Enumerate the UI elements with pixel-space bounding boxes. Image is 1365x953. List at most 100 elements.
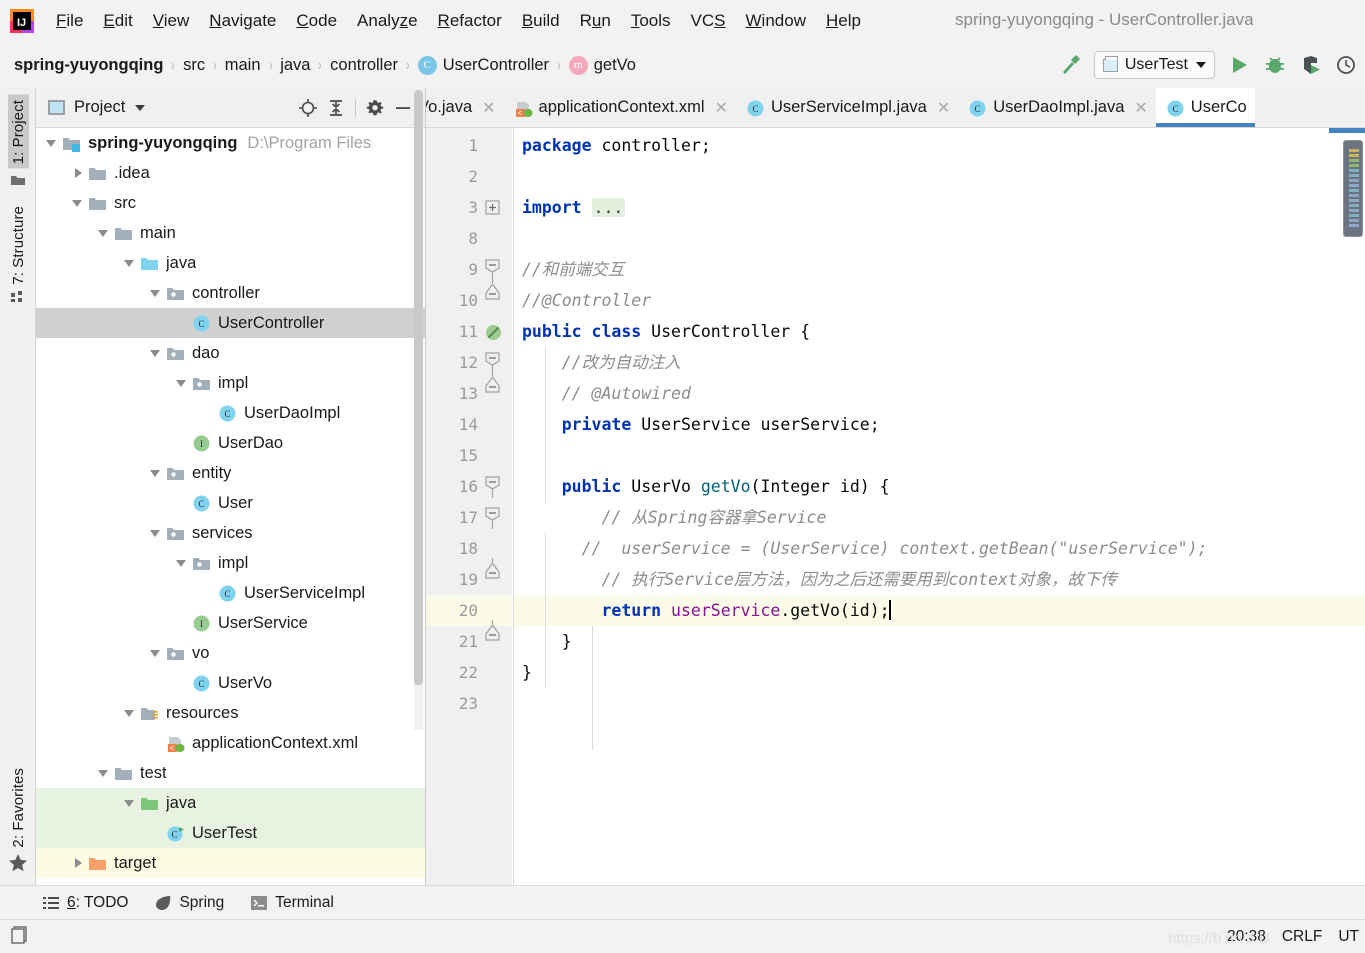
toggle-toolwindows-icon[interactable] <box>10 924 30 949</box>
tree-node-test[interactable]: test <box>36 758 425 788</box>
chevron-down-icon[interactable] <box>135 104 146 111</box>
project-tree-vertical-scrollbar[interactable] <box>414 90 423 730</box>
chevron-down-icon[interactable] <box>96 225 112 241</box>
chevron-down-icon[interactable] <box>174 375 190 391</box>
gutter-line[interactable]: 14 <box>426 409 512 440</box>
menu-window[interactable]: Window <box>736 8 816 34</box>
gutter-line[interactable]: 13 <box>426 372 512 409</box>
menu-edit[interactable]: Edit <box>93 8 142 34</box>
tree-node-userdaoimpl[interactable]: C UserDaoImpl <box>36 398 425 428</box>
breadcrumb-item-spring-yuyongqing[interactable]: spring-yuyongqing <box>14 56 163 75</box>
tree-node-dao[interactable]: dao <box>36 338 425 368</box>
chevron-down-icon[interactable] <box>44 135 60 151</box>
status-line-separator[interactable]: CRLF <box>1282 928 1322 946</box>
debug-icon[interactable] <box>1260 50 1290 80</box>
tree-node-spring-yuyongqing[interactable]: spring-yuyongqing D:\Program Files <box>36 128 425 158</box>
tree-node-controller[interactable]: controller <box>36 278 425 308</box>
gutter-line[interactable]: 2 <box>426 161 512 192</box>
menu-navigate[interactable]: Navigate <box>199 8 286 34</box>
fold-marker[interactable] <box>478 471 508 502</box>
editor-tab-userdaoimpl-java[interactable]: C UserDaoImpl.java ✕ <box>958 88 1156 127</box>
editor-tab-applicationcontext-xml[interactable]: < applicationContext.xml ✕ <box>504 88 736 127</box>
breadcrumb-item-java[interactable]: java <box>280 56 310 75</box>
chevron-down-icon[interactable] <box>122 705 138 721</box>
tree-node-resources[interactable]: resources <box>36 698 425 728</box>
run-with-coverage-icon[interactable] <box>1296 50 1326 80</box>
editor-gutter[interactable]: 1 2 3 8 9 10 11 12 13 14 15 16 17 18 19 20 21 22 23 <box>426 128 512 888</box>
hide-icon[interactable] <box>389 94 417 122</box>
menu-analyze[interactable]: Analyze <box>347 8 428 34</box>
bottom-tool-terminal[interactable]: Terminal <box>250 894 334 912</box>
fold-marker[interactable] <box>478 620 508 657</box>
gutter-line[interactable]: 1 <box>426 130 512 161</box>
editor-tab-userco[interactable]: C UserCo <box>1155 88 1255 127</box>
gutter-line[interactable]: 19 <box>426 558 512 595</box>
tree-node-src[interactable]: src <box>36 188 425 218</box>
gutter-line[interactable]: 21 <box>426 620 512 657</box>
tree-node-uservo[interactable]: C UserVo <box>36 668 425 698</box>
sidebar-item-favorites[interactable]: 2: Favorites <box>0 768 36 877</box>
close-icon[interactable]: ✕ <box>482 99 495 116</box>
gutter-line[interactable]: 10 <box>426 279 512 316</box>
tree-node-impl[interactable]: impl <box>36 368 425 398</box>
fold-marker[interactable] <box>478 279 508 316</box>
gutter-line[interactable]: 8 <box>426 223 512 254</box>
tree-node-userservice[interactable]: I UserService <box>36 608 425 638</box>
tree-node-target[interactable]: target <box>36 848 425 878</box>
gutter-line[interactable]: 11 <box>426 316 512 347</box>
gutter-line[interactable]: 3 <box>426 192 512 223</box>
tree-node-usertest[interactable]: C UserTest <box>36 818 425 848</box>
chevron-down-icon[interactable] <box>122 795 138 811</box>
code-editor[interactable]: 1 2 3 8 9 10 11 12 13 14 15 16 17 18 19 20 21 22 23 packag… <box>426 128 1365 888</box>
collapse-all-icon[interactable] <box>322 94 350 122</box>
tree-node-impl[interactable]: impl <box>36 548 425 578</box>
settings-gear-icon[interactable] <box>361 94 389 122</box>
sidebar-item-structure[interactable]: 7: Structure <box>0 206 36 309</box>
menu-code[interactable]: Code <box>286 8 347 34</box>
chevron-down-icon[interactable] <box>148 465 164 481</box>
close-icon[interactable]: ✕ <box>1134 99 1147 116</box>
breadcrumb-item-controller[interactable]: controller <box>330 56 398 75</box>
gutter-line[interactable]: 22 <box>426 657 512 688</box>
tree-node-entity[interactable]: entity <box>36 458 425 488</box>
breadcrumb-item-src[interactable]: src <box>183 56 205 75</box>
tree-node-user[interactable]: C User <box>36 488 425 518</box>
locate-icon[interactable] <box>294 94 322 122</box>
chevron-down-icon[interactable] <box>96 765 112 781</box>
run-configuration-selector[interactable]: UserTest <box>1093 51 1215 79</box>
editor-tab-vo-java[interactable]: Vo.java ✕ <box>426 88 504 127</box>
gutter-line[interactable]: 17 <box>426 502 512 533</box>
scrollbar-thumb[interactable] <box>1343 140 1363 237</box>
chevron-down-icon[interactable] <box>70 195 86 211</box>
tree-node-java[interactable]: java <box>36 788 425 818</box>
chevron-down-icon[interactable] <box>148 525 164 541</box>
editor-vertical-scrollbar[interactable] <box>1343 140 1363 240</box>
no-entry-green-icon[interactable] <box>478 316 508 347</box>
close-icon[interactable]: ✕ <box>715 99 728 116</box>
fold-marker[interactable] <box>478 502 508 533</box>
tree-node-applicationcontext-xml[interactable]: < applicationContext.xml <box>36 728 425 758</box>
menu-vcs[interactable]: VCS <box>681 8 736 34</box>
tree-node-userdao[interactable]: I UserDao <box>36 428 425 458</box>
tree-node-java[interactable]: java <box>36 248 425 278</box>
fold-marker[interactable] <box>478 558 508 595</box>
chevron-down-icon[interactable] <box>174 555 190 571</box>
menu-file[interactable]: File <box>46 8 93 34</box>
chevron-down-icon[interactable] <box>148 345 164 361</box>
tree-node-vo[interactable]: vo <box>36 638 425 668</box>
breadcrumb-item-getvo[interactable]: m getVo <box>568 55 636 75</box>
status-encoding[interactable]: UT <box>1338 928 1359 946</box>
menu-build[interactable]: Build <box>512 8 570 34</box>
bottom-tool-spring[interactable]: Spring <box>154 894 224 912</box>
chevron-down-icon[interactable] <box>122 255 138 271</box>
chevron-right-icon[interactable] <box>70 165 86 181</box>
gutter-line[interactable]: 23 <box>426 688 512 719</box>
menu-tools[interactable]: Tools <box>621 8 681 34</box>
breadcrumb-item-main[interactable]: main <box>225 56 261 75</box>
tree-node-userserviceimpl[interactable]: C UserServiceImpl <box>36 578 425 608</box>
fold-marker[interactable] <box>478 372 508 409</box>
tree-node-services[interactable]: services <box>36 518 425 548</box>
menu-run[interactable]: Run <box>570 8 621 34</box>
sidebar-item-project[interactable]: 1: Project <box>0 94 36 192</box>
chevron-down-icon[interactable] <box>148 285 164 301</box>
